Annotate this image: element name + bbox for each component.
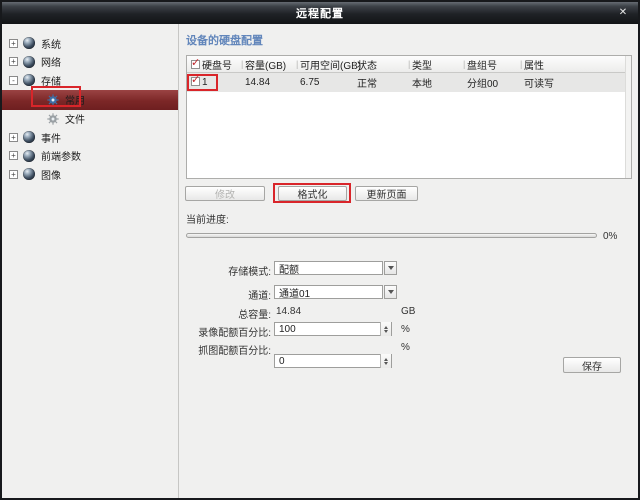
progress-label: 当前进度: — [186, 211, 229, 226]
dialog-title: 远程配置 — [296, 5, 344, 21]
save-button[interactable]: 保存 — [563, 357, 621, 373]
sidebar-item-label: 图像 — [41, 167, 61, 182]
sidebar-item-system[interactable]: + 系统 — [2, 34, 178, 53]
picture-quota-value: 0 — [279, 356, 285, 367]
gear-icon — [47, 113, 59, 125]
table-cell: 6.75 — [300, 73, 319, 92]
picture-quota-spinner-icon[interactable] — [380, 354, 391, 368]
table-header-row: ✓硬盘号容量(GB)可用空间(GB)状态类型盘组号属性|||||| — [187, 56, 625, 73]
table-cell: 分组00 — [467, 73, 498, 92]
sidebar-item-label: 文件 — [65, 111, 85, 126]
channel-select[interactable]: 通道01 — [274, 285, 383, 299]
category-sphere-icon — [23, 37, 35, 49]
collapse-icon[interactable]: - — [9, 76, 18, 85]
sidebar-item-label: 网络 — [41, 54, 61, 69]
section-title: 设备的硬盘配置 — [186, 32, 263, 48]
sidebar-item-label: 常用 — [65, 92, 85, 107]
progress-value: 0% — [603, 231, 617, 242]
gear-icon — [47, 94, 59, 106]
select-all-checkbox[interactable]: ✓ — [191, 60, 200, 69]
record-quota-input[interactable]: 100 — [274, 322, 392, 336]
storage-mode-label: 存储模式: — [185, 263, 271, 278]
category-sphere-icon — [23, 168, 35, 180]
column-separator: | — [408, 59, 410, 69]
sidebar-tree: + 系统 + 网络 - 存储 常用 文件 + 事件 + 前端参数 + 图像 — [2, 24, 179, 498]
column-separator: | — [241, 59, 243, 69]
sidebar-item-image[interactable]: + 图像 — [2, 165, 178, 184]
column-separator: | — [520, 59, 522, 69]
sidebar-item-network[interactable]: + 网络 — [2, 53, 178, 72]
total-capacity-label: 总容量: — [185, 306, 271, 321]
column-header: 状态 — [357, 56, 377, 72]
storage-mode-select[interactable]: 配额 — [274, 261, 383, 275]
sidebar-item-file[interactable]: 文件 — [2, 110, 178, 129]
record-quota-spinner-icon[interactable] — [380, 322, 391, 336]
sidebar-item-general[interactable]: 常用 — [2, 90, 178, 110]
sidebar-item-event[interactable]: + 事件 — [2, 128, 178, 147]
category-sphere-icon — [23, 150, 35, 162]
table-row[interactable]: ✓1 14.84 6.75 正常 本地 分组00 可读写 — [187, 73, 625, 92]
column-header: 容量(GB) — [245, 56, 286, 72]
sidebar-item-storage[interactable]: - 存储 — [2, 71, 178, 90]
sidebar-item-label: 系统 — [41, 36, 61, 51]
hdd-row-checkbox[interactable]: ✓ — [191, 77, 200, 86]
table-cell: 1 — [202, 73, 208, 92]
title-bar: 远程配置 ✕ — [2, 2, 638, 24]
progress-bar — [186, 233, 597, 238]
column-header: 硬盘号 — [202, 56, 232, 72]
channel-dropdown-icon[interactable] — [384, 285, 397, 299]
sidebar-item-label: 事件 — [41, 130, 61, 145]
close-icon[interactable]: ✕ — [616, 6, 630, 20]
table-cell: 本地 — [412, 73, 432, 92]
column-separator: | — [463, 59, 465, 69]
picture-quota-input[interactable]: 0 — [274, 354, 392, 368]
column-header: 属性 — [524, 56, 544, 72]
expand-icon[interactable]: + — [9, 133, 18, 142]
expand-icon[interactable]: + — [9, 151, 18, 160]
column-header: 可用空间(GB) — [300, 56, 361, 72]
record-quota-unit: % — [401, 324, 410, 335]
expand-icon[interactable]: + — [9, 170, 18, 179]
column-separator: | — [296, 59, 298, 69]
category-sphere-icon — [23, 131, 35, 143]
hdd-table: ✓硬盘号容量(GB)可用空间(GB)状态类型盘组号属性||||||✓114.84… — [186, 55, 632, 179]
check-icon: ✓ — [191, 73, 200, 86]
table-scrollbar[interactable] — [625, 56, 631, 178]
sidebar-item-front-end-params[interactable]: + 前端参数 — [2, 147, 178, 166]
check-icon: ✓ — [191, 56, 200, 69]
sidebar-item-label: 存储 — [41, 73, 61, 88]
format-button[interactable]: 格式化 — [278, 186, 347, 201]
table-cell: 14.84 — [245, 73, 270, 92]
total-capacity-unit: GB — [401, 306, 415, 317]
remote-config-dialog: 远程配置 ✕ + 系统 + 网络 - 存储 常用 文件 + 事件 + 前端参数 + 图像 设备的硬盘配… — [0, 0, 640, 500]
category-sphere-icon — [23, 74, 35, 86]
channel-label: 通道: — [185, 287, 271, 302]
sidebar-item-label: 前端参数 — [41, 148, 81, 163]
record-quota-label: 录像配额百分比: — [185, 324, 271, 339]
category-sphere-icon — [23, 56, 35, 68]
modify-button[interactable]: 修改 — [185, 186, 265, 201]
column-header: 盘组号 — [467, 56, 497, 72]
column-header: 类型 — [412, 56, 432, 72]
storage-mode-dropdown-icon[interactable] — [384, 261, 397, 275]
picture-quota-unit: % — [401, 342, 410, 353]
expand-icon[interactable]: + — [9, 57, 18, 66]
table-cell: 可读写 — [524, 73, 554, 92]
column-separator: | — [353, 59, 355, 69]
table-cell: 正常 — [357, 73, 377, 92]
total-capacity-value: 14.84 — [276, 306, 301, 317]
refresh-page-button[interactable]: 更新页面 — [355, 186, 418, 201]
expand-icon[interactable]: + — [9, 39, 18, 48]
record-quota-value: 100 — [279, 324, 296, 335]
picture-quota-label: 抓图配额百分比: — [185, 342, 271, 357]
